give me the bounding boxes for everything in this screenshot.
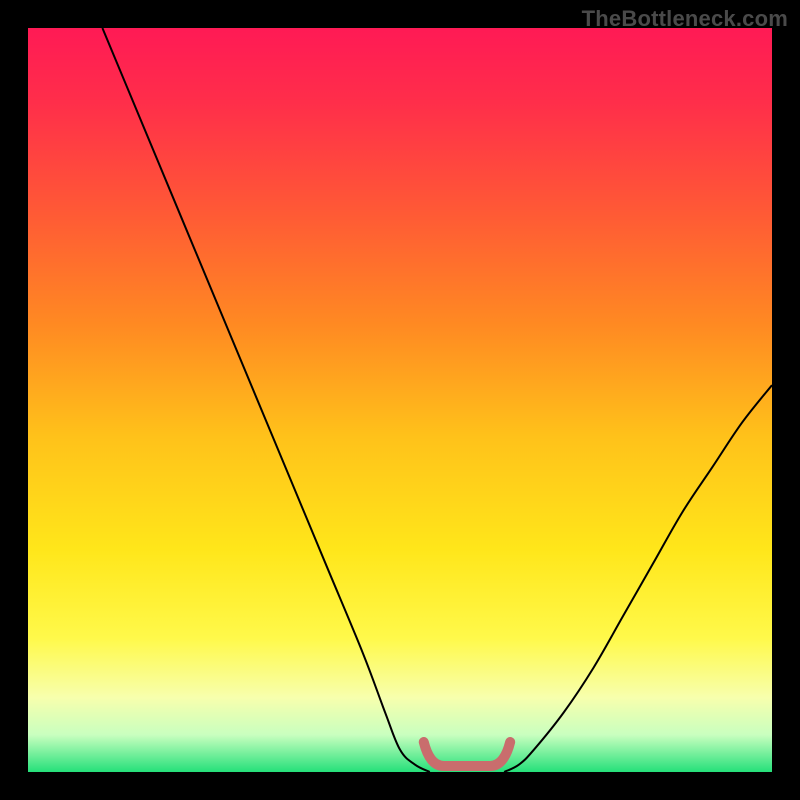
watermark-text: TheBottleneck.com bbox=[582, 6, 788, 32]
bottleneck-chart bbox=[28, 28, 772, 772]
gradient-background bbox=[28, 28, 772, 772]
plot-area bbox=[28, 28, 772, 772]
chart-frame: TheBottleneck.com bbox=[0, 0, 800, 800]
